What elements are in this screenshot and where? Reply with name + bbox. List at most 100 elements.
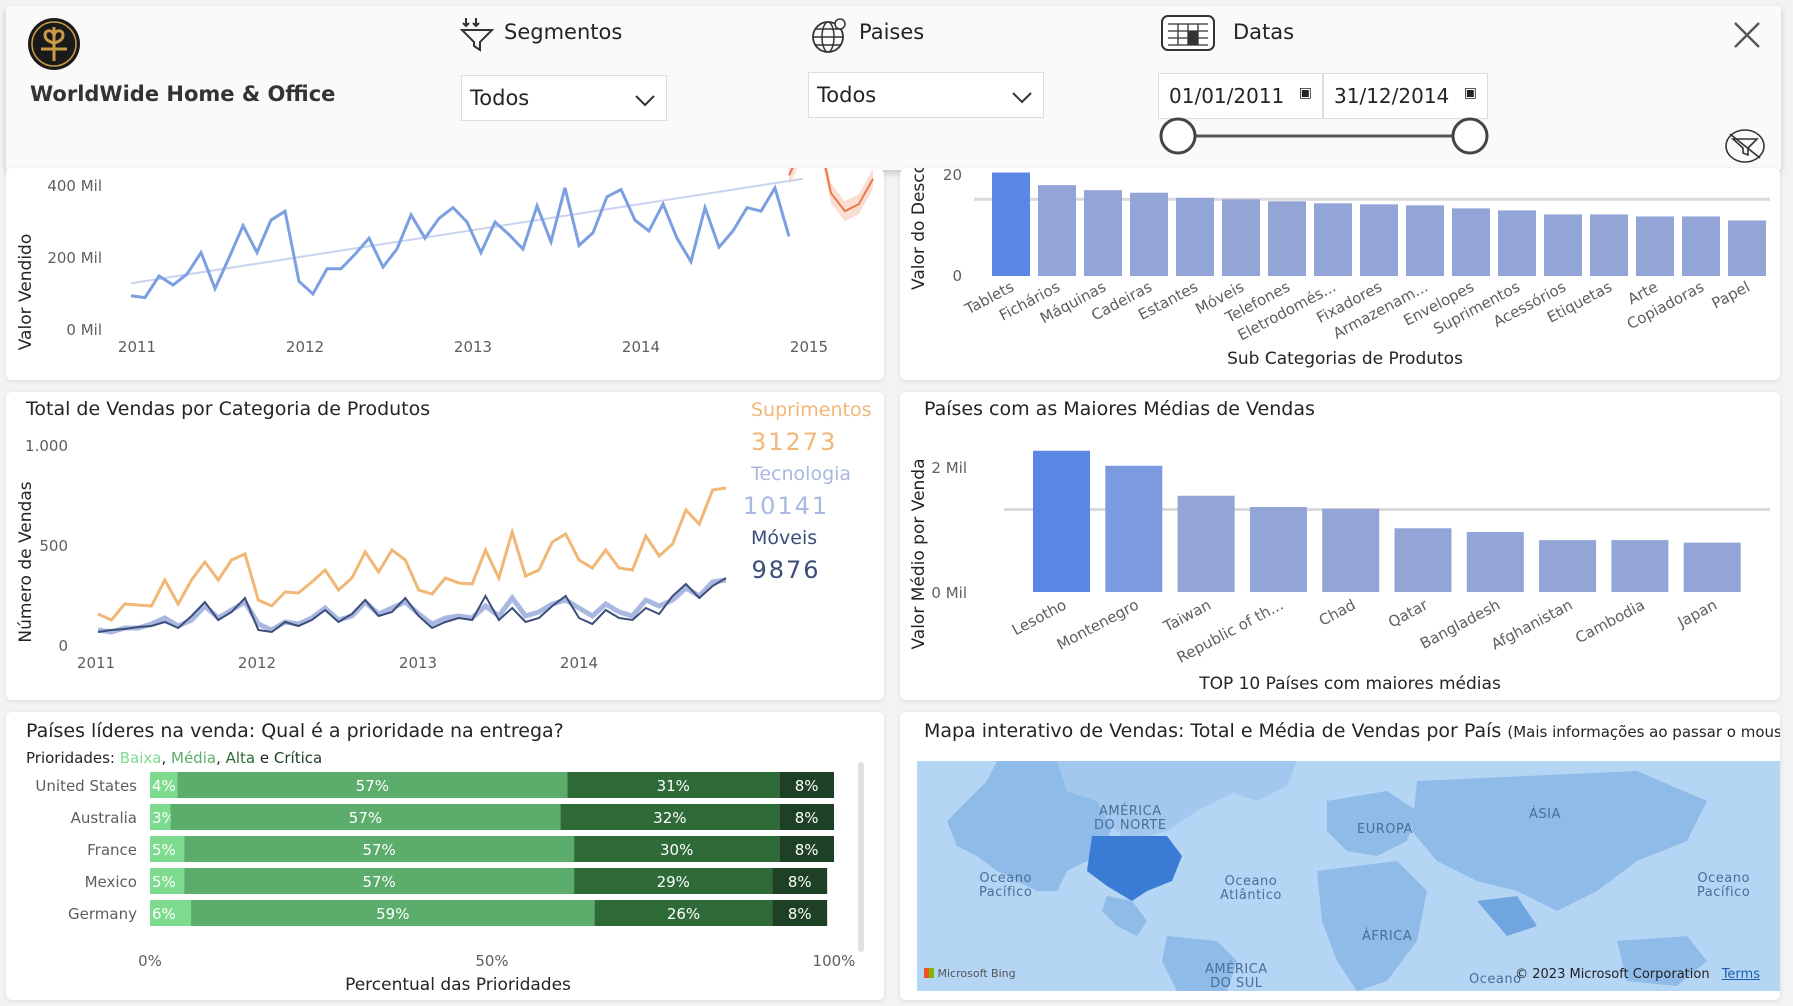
legend-low: Baixa [119, 749, 162, 767]
bar [1360, 204, 1398, 276]
x-tick-label: 100% [813, 952, 856, 970]
globe-icon [810, 16, 848, 54]
x-axis-title: TOP 10 Países com maiores médias [1198, 674, 1501, 694]
bar [1728, 220, 1766, 276]
bar [1176, 197, 1214, 276]
map-label-ocean-south: Oceano [1469, 972, 1522, 987]
bar [1590, 214, 1628, 276]
x-tick-label: 2015 [790, 338, 828, 356]
series-line-0 [97, 486, 727, 622]
funnel-icon [459, 14, 496, 52]
segment-label: 26% [667, 905, 700, 923]
segment-dropdown[interactable]: Todos [461, 75, 667, 121]
y-tick-label: 0 [58, 637, 68, 655]
y-tick-label: 1.000 [25, 437, 68, 455]
segment-label: 57% [362, 841, 395, 859]
clear-filters-icon[interactable] [1724, 128, 1766, 164]
y-tick-label: 20 [943, 168, 962, 184]
top-countries-chart: 2 Mil 0 MilValor Médio por Venda LesothoMo… [909, 450, 1770, 694]
map-land [947, 761, 1707, 991]
map-label-atlantic: Oceano Atlântico [1220, 874, 1282, 903]
chevron-down-icon [635, 95, 655, 107]
y-axis-title: Valor Vendido [16, 234, 36, 351]
x-tick-label: Chad [1316, 596, 1359, 630]
legend-sep: e [255, 749, 274, 767]
segment-label: 8% [795, 809, 819, 827]
date-start-input[interactable]: 01/01/2011 ▣ [1158, 73, 1323, 119]
country-label: Paises [859, 20, 925, 44]
x-tick-label: 2012 [238, 654, 276, 672]
x-tick-label: 50% [475, 952, 508, 970]
x-tick-label: Cambodia [1572, 596, 1647, 648]
bar [992, 172, 1030, 276]
y-tick-label: 2 Mil [931, 459, 967, 477]
discount-card: 20 0 Valor do Descor Tablets Fichários Máquin… [900, 168, 1780, 380]
bar [1466, 532, 1524, 592]
x-tick-label: 2013 [454, 338, 492, 356]
bar [1130, 192, 1168, 276]
y-tick-label: 400 Mil [47, 177, 102, 195]
slider-handle-start[interactable] [1159, 117, 1197, 155]
y-axis-title: Valor do Descor [909, 168, 929, 290]
calendar-icon: ▣ [1463, 85, 1477, 101]
bing-logo: Microsoft Bing [924, 967, 1016, 980]
category-sales-title: Total de Vendas por Categoria de Produto… [26, 398, 431, 420]
segment-label: 4% [152, 777, 176, 795]
date-end-input[interactable]: 31/12/2014 ▣ [1323, 73, 1488, 119]
bar [1322, 508, 1380, 592]
priority-title: Países líderes na venda: Qual é a priori… [26, 720, 564, 742]
category-sales-chart: 1.000 500 0 Número de Vendas 2011 2012 2013 201… [16, 399, 871, 672]
row-label: Australia [71, 809, 137, 827]
bar [1498, 210, 1536, 276]
bar [1222, 199, 1260, 276]
priority-legend: Prioridades: Baixa, Média, Alta e Crític… [26, 749, 322, 767]
segment-label: 57% [362, 873, 395, 891]
scrollbar[interactable] [858, 762, 864, 952]
x-tick-label: 2011 [118, 338, 156, 356]
brand-title: WorldWide Home & Office [30, 82, 336, 106]
bar [1249, 507, 1307, 592]
y-tick-label: 0 [952, 267, 962, 285]
row-label: France [87, 841, 137, 859]
sales-value-card: 400 Mil 200 Mil 0 Mil 2011 2012 2013 2014 2015 V… [6, 168, 884, 380]
discount-chart: 200Valor do DescorTabletsFicháriosMáquin… [909, 168, 1770, 369]
date-start-value: 01/01/2011 [1169, 84, 1285, 108]
legend-medium: Média [171, 749, 217, 767]
date-slider[interactable] [1158, 116, 1492, 156]
x-tick-label: Qatar [1385, 595, 1431, 631]
segment-label: 29% [657, 873, 690, 891]
bar [1539, 540, 1597, 592]
sales-value-chart: 400 Mil 200 Mil 0 Mil 2011 2012 2013 2014 2015 V… [16, 168, 874, 356]
segment-label: 5% [152, 873, 176, 891]
row-label: Germany [68, 905, 137, 923]
y-tick-label: 0 Mil [66, 321, 102, 339]
map-copyright: © 2023 Microsoft Corporation Terms [1515, 967, 1760, 982]
x-tick-label: 2014 [560, 654, 598, 672]
legend-total: 31273 [751, 428, 837, 456]
map-label-asia: ÁSIA [1529, 807, 1561, 822]
sales-map[interactable]: AMÉRICA DO NORTE EUROPA ÁSIA Oceano Pací… [917, 761, 1780, 991]
legend-sep: , [216, 749, 226, 767]
x-tick-label: Papel [1709, 278, 1753, 313]
terms-link[interactable]: Terms [1722, 967, 1760, 982]
map-title-main: Mapa interativo de Vendas: Total e Média… [924, 720, 1502, 742]
map-label-pacific-west: Oceano Pacífico [979, 871, 1033, 900]
date-end-value: 31/12/2014 [1334, 84, 1450, 108]
bar [1544, 214, 1582, 276]
x-tick-label: 0% [138, 952, 162, 970]
country-dropdown[interactable]: Todos [808, 72, 1044, 118]
map-label-pacific-east: Oceano Pacífico [1697, 871, 1751, 900]
segment-label: 59% [376, 905, 409, 923]
y-tick-label: 0 Mil [931, 584, 967, 602]
x-tick-label: 2012 [286, 338, 324, 356]
slider-handle-end[interactable] [1451, 117, 1489, 155]
segment-label: 8% [795, 777, 819, 795]
legend-critical: Crítica [273, 749, 323, 767]
bar [1394, 528, 1452, 592]
close-icon[interactable] [1732, 20, 1762, 50]
segment-label: 32% [653, 809, 686, 827]
bar [1611, 540, 1669, 592]
row-label: United States [35, 777, 137, 795]
row-label: Mexico [85, 873, 137, 891]
legend-name: Suprimentos [751, 399, 871, 421]
